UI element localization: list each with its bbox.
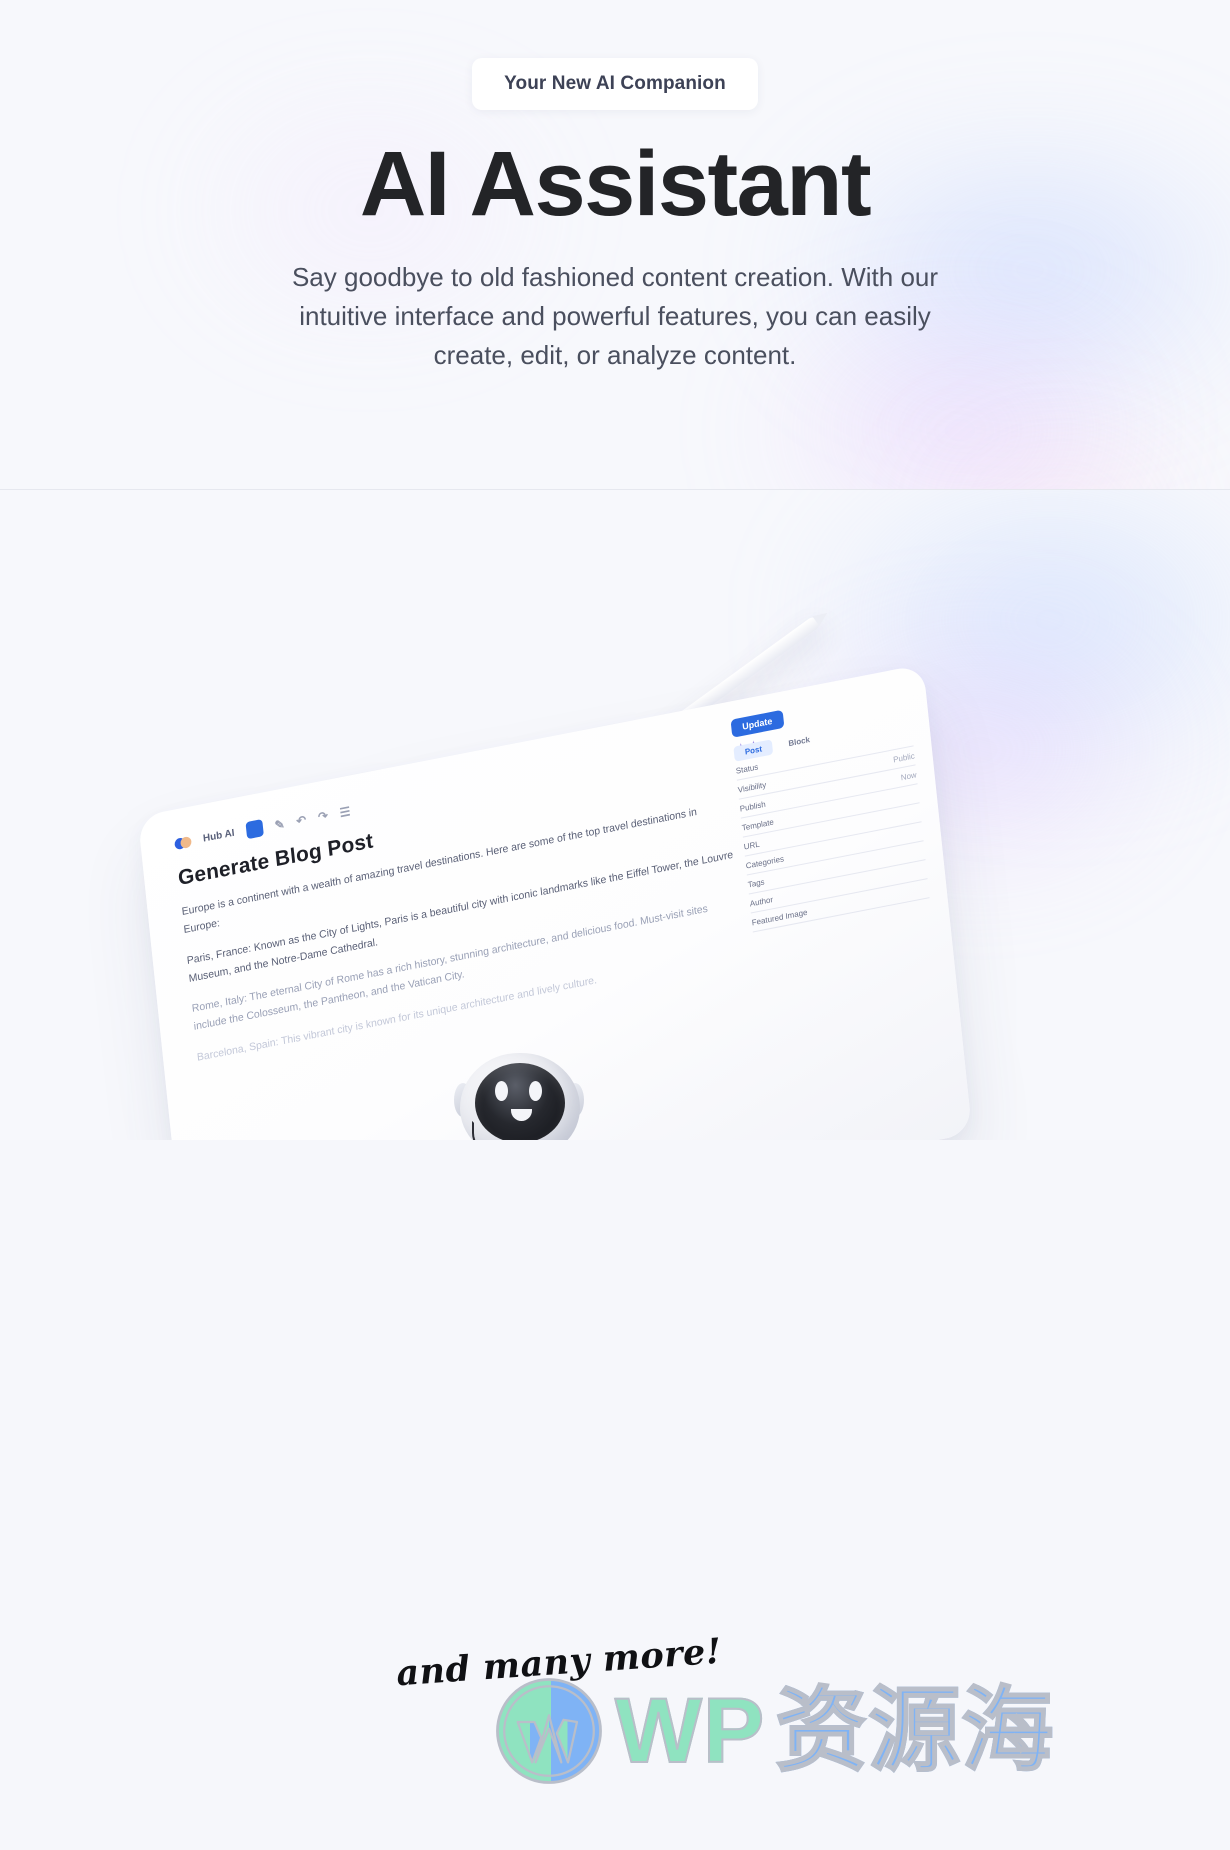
hero-badge: Your New AI Companion (472, 58, 758, 110)
redo-icon[interactable]: ↷ (317, 808, 328, 824)
panel-row-value: Public (892, 750, 916, 765)
update-button[interactable]: Update (730, 709, 784, 738)
panel-row-value (912, 732, 913, 741)
footer-section: and many more! WP 资源海 (0, 1600, 1230, 1850)
add-block-icon[interactable] (245, 819, 264, 840)
panel-row-label: Categories (745, 853, 785, 871)
page-title: AI Assistant (359, 133, 872, 235)
panel-row-label: Publish (739, 799, 767, 814)
panel-row-value (926, 865, 927, 874)
post-settings-panel: Update Post Block Status Visibility Publ… (730, 685, 930, 933)
ai-robot-mascot (432, 1035, 607, 1140)
site-watermark: WP 资源海 (493, 1675, 1054, 1787)
watermark-cjk-text: 资源海 (774, 1680, 1055, 1782)
hero-section: Your New AI Companion AI Assistant Say g… (0, 0, 1230, 490)
panel-row-label: Status (735, 761, 759, 776)
app-name-label: Hub AI (202, 827, 236, 845)
decorative-glow-d (910, 420, 1210, 490)
panel-row-value (928, 884, 929, 893)
panel-row-label: Template (741, 816, 775, 833)
panel-row-label: Tags (747, 876, 765, 890)
undo-icon[interactable]: ↶ (296, 812, 307, 828)
panel-row-value (924, 846, 925, 855)
panel-row-label: Visibility (737, 779, 767, 795)
panel-row-label: URL (743, 839, 761, 852)
watermark-latin-text: WP (614, 1680, 766, 1782)
panel-row-value: Now (900, 769, 918, 782)
wordpress-logo-icon (496, 1678, 602, 1784)
list-view-icon[interactable]: ☰ (339, 804, 351, 820)
robot-eye-left (495, 1081, 508, 1101)
app-logo-icon (174, 835, 192, 851)
panel-row-label: Author (749, 894, 774, 909)
panel-row-value (922, 827, 923, 836)
pencil-icon[interactable]: ✎ (274, 816, 285, 832)
panel-row-value (920, 808, 921, 817)
panel-row-value (918, 789, 919, 798)
hero-subtitle: Say goodbye to old fashioned content cre… (291, 261, 939, 370)
showcase-section: Hub AI ✎ ↶ ↷ ☰ Generate Blog Post ✦✦ Eur… (0, 490, 1230, 1140)
robot-headset-mic (472, 1121, 512, 1140)
robot-eye-right (529, 1081, 542, 1101)
